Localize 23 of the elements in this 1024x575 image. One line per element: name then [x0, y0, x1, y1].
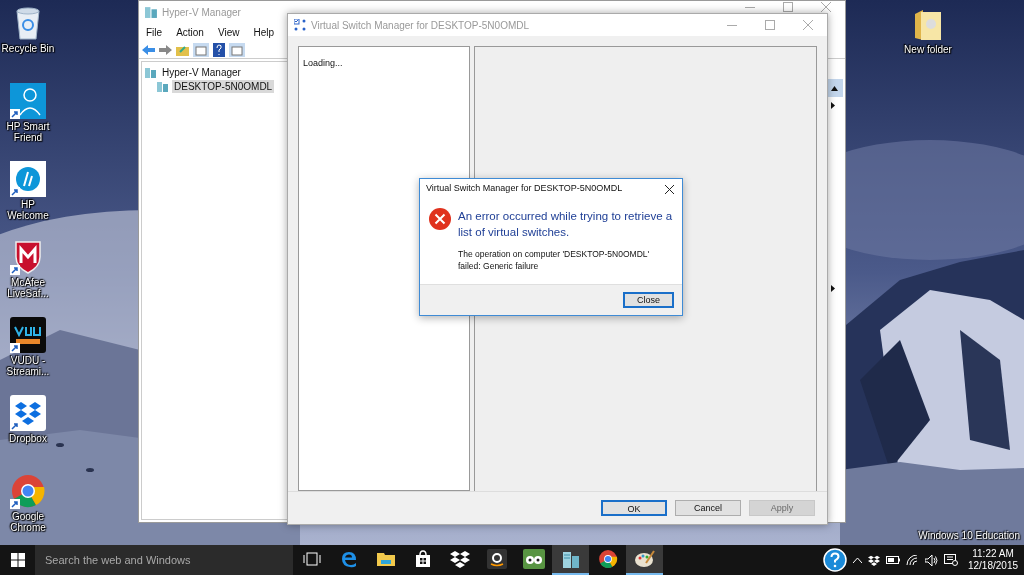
- desktop-icon-label[interactable]: VUDU - Streami...: [0, 355, 56, 377]
- desktop-icon-label[interactable]: HP Smart Friend: [0, 121, 56, 143]
- loading-text: Loading...: [303, 58, 343, 68]
- desktop-icon-label[interactable]: Recycle Bin: [0, 43, 56, 54]
- dialog-title: Virtual Switch Manager for DESKTOP-5N0OMDL: [426, 182, 624, 196]
- menu-item[interactable]: Action: [176, 24, 204, 40]
- error-detail: The operation on computer 'DESKTOP-5N0OMDL' failed: Generic failure: [458, 248, 651, 272]
- edition-text: Windows 10 Education: [918, 530, 1020, 542]
- clock[interactable]: 11:22 AM 12/18/2015: [968, 548, 1018, 572]
- desktop-icon-label[interactable]: HP Welcome: [0, 199, 56, 221]
- close-button[interactable]: Close: [623, 292, 674, 308]
- dialog-button[interactable]: OK: [601, 500, 667, 516]
- search-field[interactable]: Search the web and Windows: [35, 545, 293, 575]
- tree-item[interactable]: DESKTOP-5N0OMDL: [172, 79, 275, 93]
- tree-item[interactable]: Hyper-V Manager: [160, 65, 243, 79]
- error-heading: An error occurred while trying to retrieve a list of virtual switches.: [458, 209, 674, 240]
- window-title: Hyper-V Manager: [162, 5, 242, 20]
- menu-item[interactable]: File: [146, 24, 163, 40]
- window-title: Virtual Switch Manager for DESKTOP-5N0OMDL: [311, 18, 531, 33]
- dialog-button[interactable]: Cancel: [675, 500, 741, 516]
- menu-item[interactable]: Help: [253, 24, 274, 40]
- menu-item[interactable]: View: [217, 24, 240, 40]
- desktop-icon-label[interactable]: New folder: [900, 44, 956, 55]
